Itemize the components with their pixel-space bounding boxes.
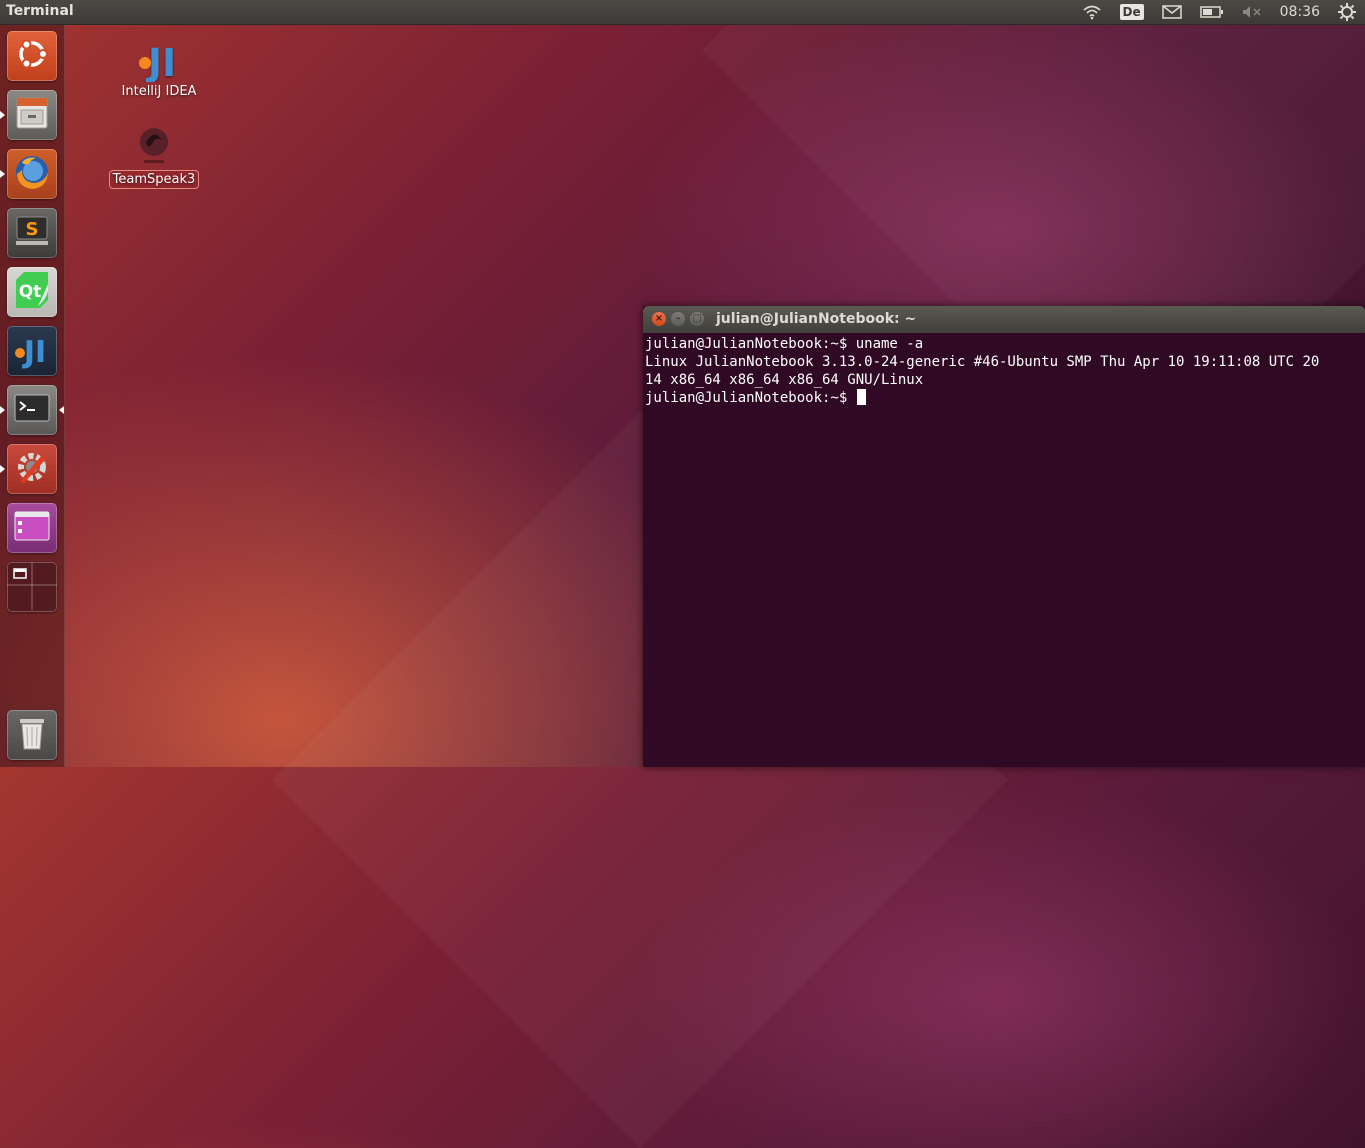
terminal-titlebar[interactable]: × – □ julian@JulianNotebook: ~ [643,306,1365,333]
maximize-button[interactable]: □ [690,312,704,326]
launcher-qt-creator[interactable]: Qt [7,267,57,317]
text-cursor [856,389,866,405]
indicator-area: De 08:36 [1073,0,1365,24]
launcher-system-settings[interactable] [7,444,57,494]
launcher-sublime-text[interactable]: S [7,208,57,258]
intellij-icon: JI [12,329,52,373]
terminal-line: Linux JulianNotebook 3.13.0-24-generic #… [645,354,1320,370]
running-indicator [0,111,5,119]
minimize-button[interactable]: – [671,312,685,326]
focused-indicator [59,406,64,414]
teamspeak-icon [104,124,204,172]
launcher-trash[interactable] [7,710,57,760]
window-purple-icon [12,506,52,550]
wifi-icon[interactable] [1082,4,1102,20]
ubuntu-logo-icon [14,36,50,76]
svg-text:Qt: Qt [19,282,42,302]
settings-tools-icon [12,447,52,491]
close-button[interactable]: × [652,312,666,326]
clock[interactable]: 08:36 [1280,4,1320,20]
launcher-firefox[interactable] [7,149,57,199]
qt-icon: Qt [12,270,52,314]
running-indicator [0,170,5,178]
launcher-intellij-idea[interactable]: JI [7,326,57,376]
terminal-output[interactable]: julian@JulianNotebook:~$ uname -a Linux J… [643,333,1365,407]
terminal-line: 14 x86_64 x86_64 x86_64 GNU/Linux [645,372,924,388]
desktop-icon-intellij[interactable]: JI IntelliJ IDEA [109,34,209,99]
terminal-prompt-line[interactable]: julian@JulianNotebook:~$ [645,389,1365,407]
svg-text:JI: JI [22,335,46,369]
desktop-icon-label: IntelliJ IDEA [121,84,197,99]
minimize-icon: – [675,313,681,324]
active-app-title: Terminal [6,3,74,19]
keyboard-layout-indicator[interactable]: De [1119,4,1144,20]
svg-text:S: S [26,219,39,240]
firefox-icon [12,152,52,196]
sublime-text-icon: S [12,211,52,255]
workspace-switcher-icon [7,562,57,612]
file-cabinet-icon [13,94,51,136]
maximize-icon: □ [692,313,702,324]
terminal-prompt: julian@JulianNotebook:~$ [645,390,856,406]
running-indicator [0,406,5,414]
terminal-line: julian@JulianNotebook:~$ uname -a [645,336,924,352]
trash-icon [12,713,52,757]
intellij-icon: JI [109,34,209,85]
volume-muted-icon[interactable] [1242,5,1262,19]
launcher-terminal[interactable] [7,385,57,435]
mail-icon[interactable] [1161,5,1182,19]
gear-icon[interactable] [1338,3,1356,21]
launcher: S Qt JI [0,25,65,767]
launcher-files[interactable] [7,90,57,140]
terminal-title: julian@JulianNotebook: ~ [716,311,917,327]
launcher-workspace-switcher[interactable] [7,562,57,612]
terminal-icon [12,388,52,432]
close-icon: × [654,313,664,324]
launcher-software-center[interactable] [7,503,57,553]
battery-icon[interactable] [1199,6,1224,18]
running-indicator [0,465,5,473]
desktop-icon-teamspeak[interactable]: TeamSpeak3 [104,124,204,189]
terminal-window[interactable]: × – □ julian@JulianNotebook: ~ julian@Ju… [643,306,1365,767]
launcher-dash-home[interactable] [7,31,57,81]
desktop-icon-label: TeamSpeak3 [108,170,200,189]
top-panel: Terminal De 08:36 [0,0,1365,25]
